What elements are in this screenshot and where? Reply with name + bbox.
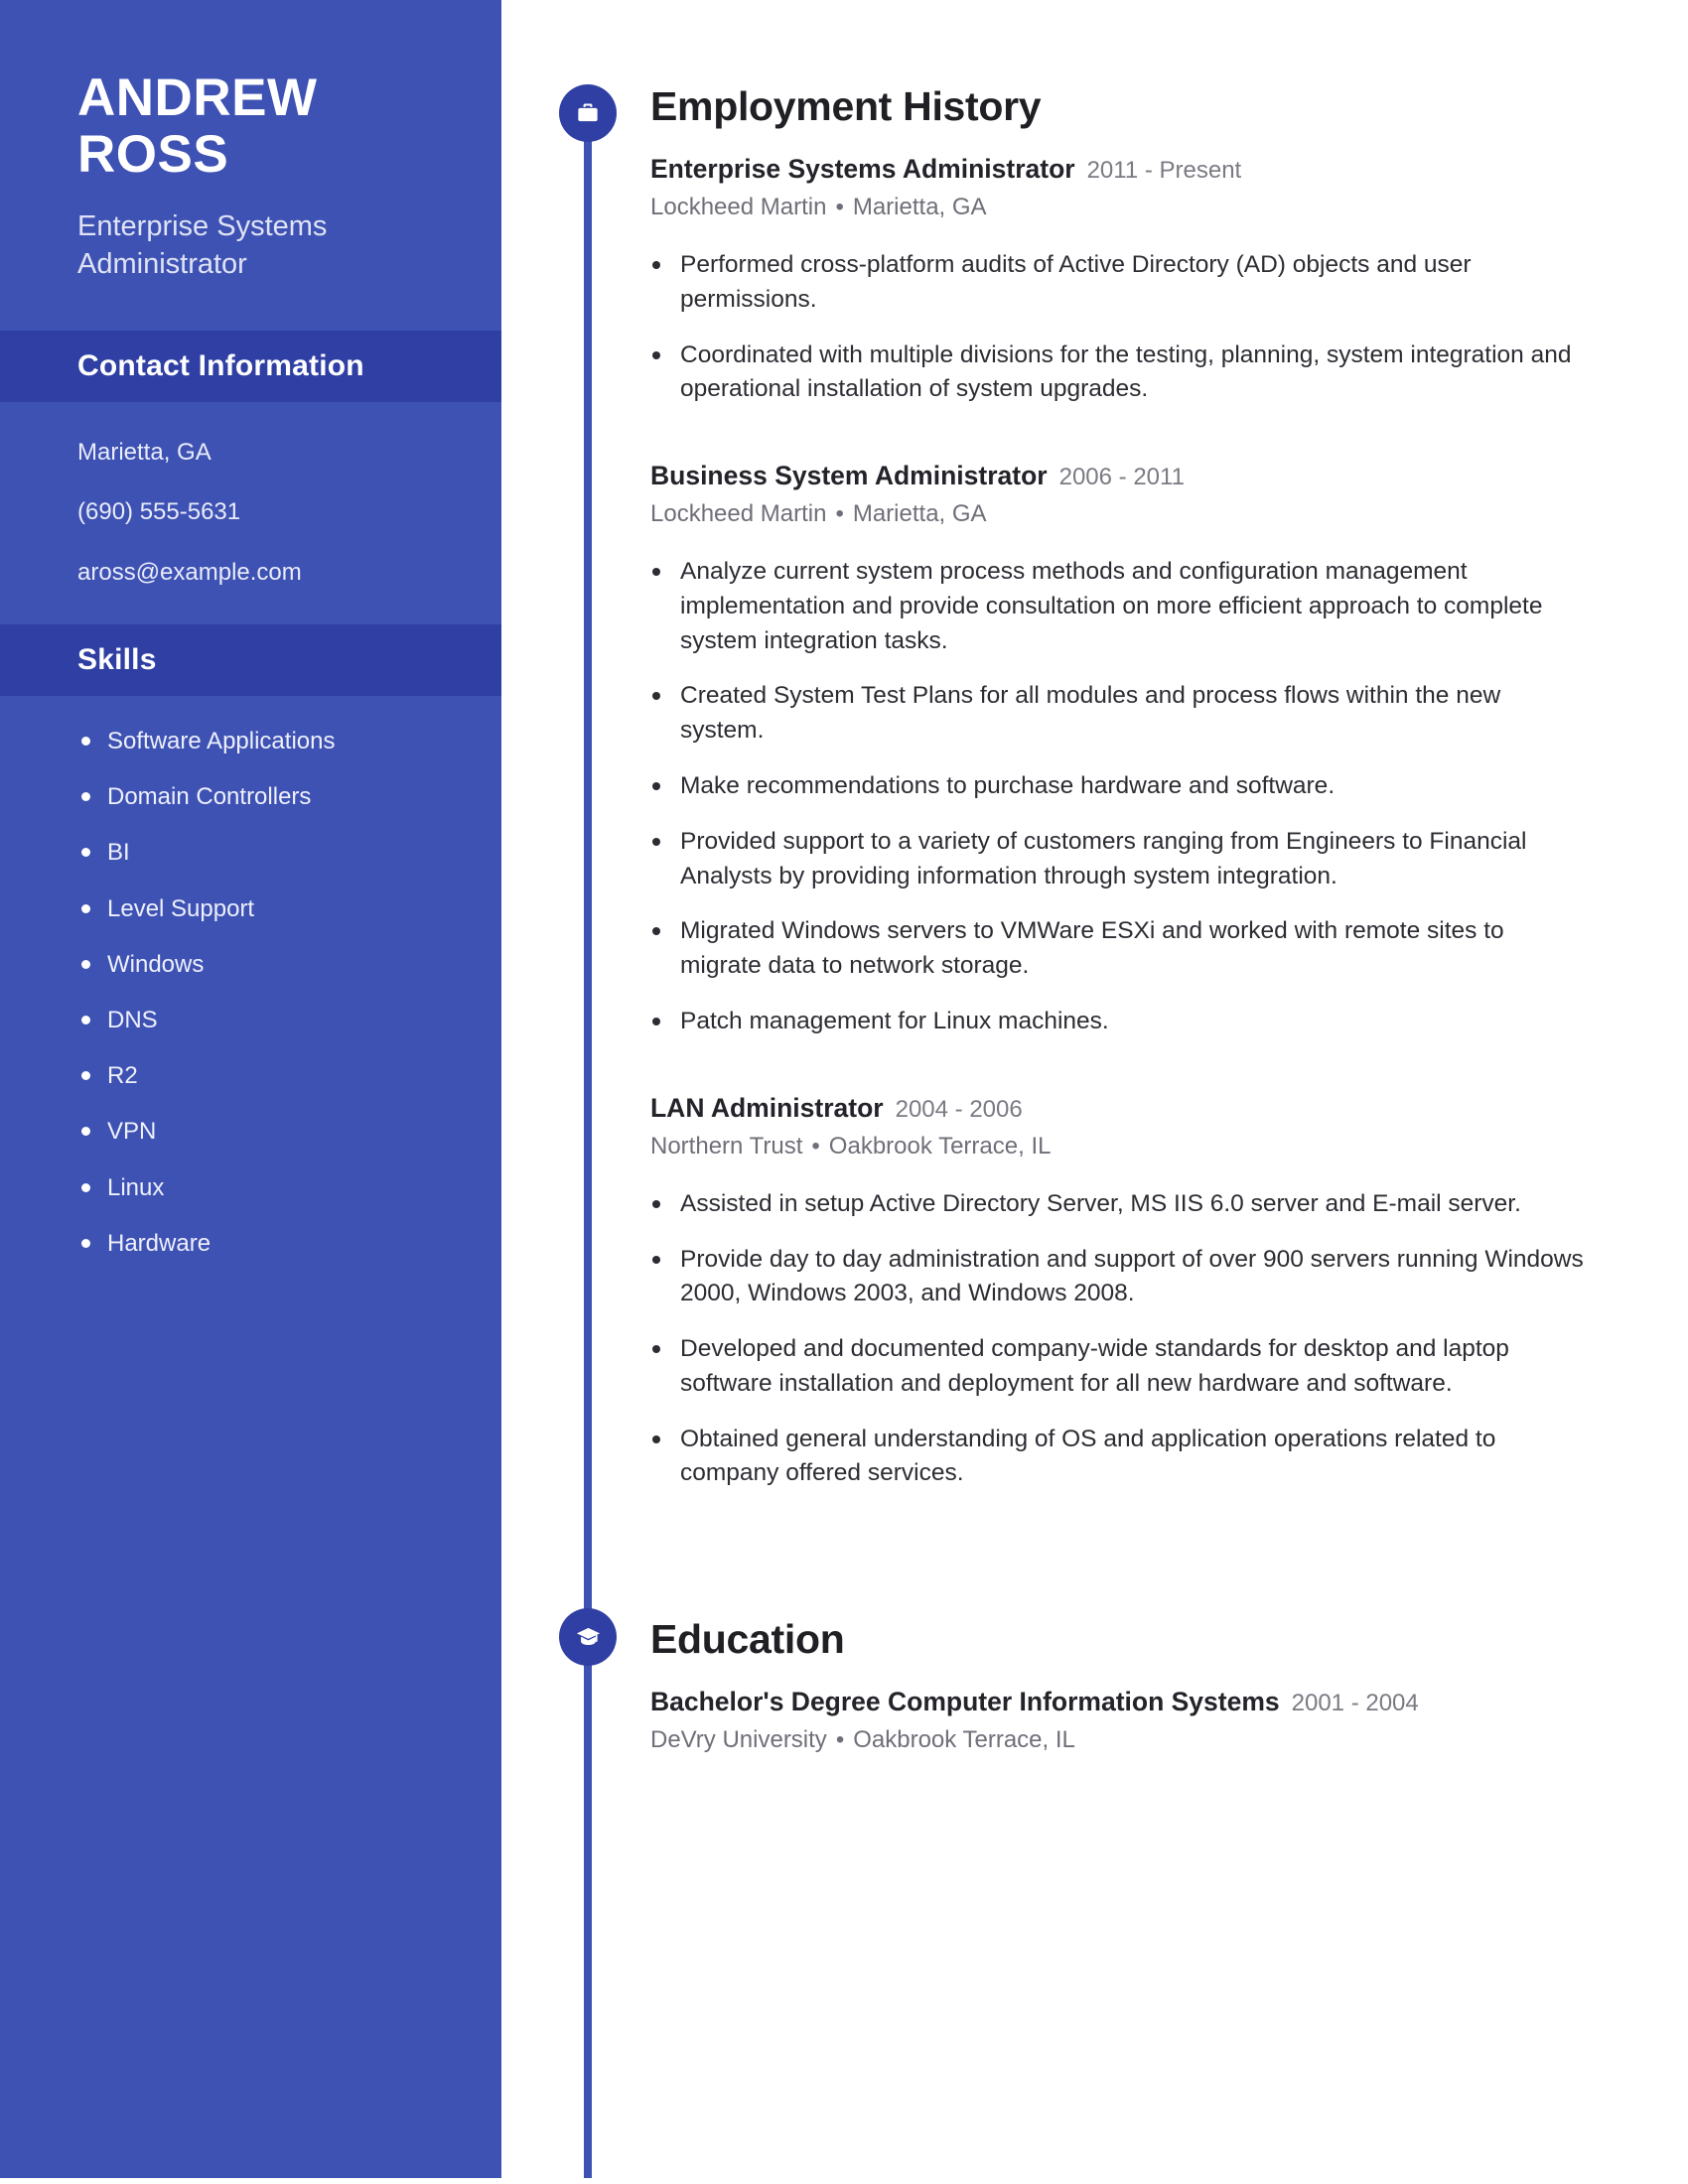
employment-entry: LAN Administrator 2004 - 2006 Northern T… (650, 1093, 1584, 1491)
skill-item: Level Support (77, 893, 457, 924)
employment-entry-subtitle: Lockheed Martin • Marietta, GA (650, 194, 1584, 221)
bullet-item: Patch management for Linux machines. (650, 1005, 1584, 1039)
bullet-item: Developed and documented company-wide st… (650, 1332, 1584, 1402)
skill-item: BI (77, 837, 457, 868)
bullet-item: Obtained general understanding of OS and… (650, 1423, 1584, 1492)
separator-dot: • (811, 1132, 820, 1160)
candidate-last-name: ROSS (77, 125, 229, 185)
employment-entry-location: Marietta, GA (852, 194, 987, 220)
sidebar: ANDREW ROSS Enterprise Systems Administr… (0, 0, 501, 2178)
separator-dot: • (835, 1726, 845, 1754)
employment-entry-header: Business System Administrator 2006 - 201… (650, 461, 1584, 491)
employment-entry-title: Enterprise Systems Administrator (650, 154, 1075, 184)
contact-information-band: Contact Information (0, 330, 501, 402)
education-entry-location: Oakbrook Terrace, IL (853, 1726, 1075, 1754)
candidate-name: ANDREW ROSS (77, 68, 442, 185)
employment-entry-company: Northern Trust (650, 1132, 803, 1160)
employment-entry-company: Lockheed Martin (650, 500, 827, 528)
employment-entry-title: Business System Administrator (650, 461, 1048, 491)
bullet-item: Make recommendations to purchase hardwar… (650, 769, 1584, 804)
timeline-node-education (559, 1608, 617, 1666)
employment-entry-title: LAN Administrator (650, 1092, 884, 1123)
employment-entry-header: LAN Administrator 2004 - 2006 (650, 1093, 1584, 1124)
employment-entry-bullets: Performed cross-platform audits of Activ… (650, 248, 1584, 407)
contact-information-body: Marietta, GA (690) 555-5631 aross@exampl… (0, 402, 501, 624)
bullet-item: Created System Test Plans for all module… (650, 679, 1584, 749)
employment-entry-dates: 2011 - Present (1086, 157, 1242, 184)
skill-item: Linux (77, 1172, 457, 1203)
education-heading: Education (650, 1616, 845, 1663)
contact-location: Marietta, GA (77, 438, 211, 466)
skills-list: Software Applications Domain Controllers… (0, 696, 501, 1323)
resume-page: ANDREW ROSS Enterprise Systems Administr… (0, 0, 1688, 2184)
contact-information-heading: Contact Information (77, 348, 364, 382)
bullet-item: Performed cross-platform audits of Activ… (650, 248, 1584, 318)
education-entry-school: DeVry University (650, 1726, 827, 1754)
employment-entry-dates: 2006 - 2011 (1058, 464, 1185, 491)
employment-entry-subtitle: Lockheed Martin • Marietta, GA (650, 500, 1584, 528)
skill-item: Software Applications (77, 726, 457, 756)
education-entry: Bachelor's Degree Computer Information S… (650, 1687, 1584, 1754)
skill-item: Domain Controllers (77, 781, 457, 812)
skill-item: R2 (77, 1060, 457, 1091)
employment-entry-header: Enterprise Systems Administrator 2011 - … (650, 154, 1584, 185)
sidebar-header: ANDREW ROSS Enterprise Systems Administr… (0, 0, 501, 331)
employment-entry: Enterprise Systems Administrator 2011 - … (650, 154, 1584, 407)
employment-entry-dates: 2004 - 2006 (895, 1095, 1023, 1123)
candidate-first-name: ANDREW (77, 68, 318, 127)
contact-email[interactable]: aross@example.com (77, 556, 447, 591)
employment-entry-subtitle: Northern Trust • Oakbrook Terrace, IL (650, 1133, 1584, 1160)
skills-band: Skills (0, 624, 501, 697)
separator-dot: • (835, 194, 844, 220)
employment-history-heading: Employment History (650, 83, 1042, 129)
skill-item: VPN (77, 1116, 457, 1147)
bullet-item: Provided support to a variety of custome… (650, 825, 1584, 894)
employment-entry-location: Marietta, GA (852, 500, 987, 528)
employment-entry-location: Oakbrook Terrace, IL (828, 1132, 1052, 1160)
education-entry-header: Bachelor's Degree Computer Information S… (650, 1687, 1584, 1717)
employment-entry-bullets: Analyze current system process methods a… (650, 555, 1584, 1039)
education-entry-dates: 2001 - 2004 (1291, 1690, 1419, 1717)
education-entry-title: Bachelor's Degree Computer Information S… (650, 1687, 1280, 1717)
bullet-item: Assisted in setup Active Directory Serve… (650, 1187, 1584, 1222)
graduation-cap-icon (575, 1624, 602, 1651)
skill-item: DNS (77, 1005, 457, 1035)
bullet-item: Analyze current system process methods a… (650, 555, 1584, 658)
employment-entry: Business System Administrator 2006 - 201… (650, 461, 1584, 1039)
candidate-job-title: Enterprise Systems Administrator (77, 210, 328, 280)
contact-phone[interactable]: (690) 555-5631 (77, 495, 447, 530)
bullet-item: Provide day to day administration and su… (650, 1243, 1584, 1312)
bullet-item: Migrated Windows servers to VMWare ESXi … (650, 914, 1584, 984)
separator-dot: • (835, 500, 844, 528)
education-entry-subtitle: DeVry University • Oakbrook Terrace, IL (650, 1726, 1584, 1754)
employment-entry-company: Lockheed Martin (650, 194, 827, 220)
skills-heading: Skills (77, 643, 157, 677)
timeline-node-employment (559, 84, 617, 142)
employment-entry-bullets: Assisted in setup Active Directory Serve… (650, 1187, 1584, 1491)
main-content: Employment History Enterprise Systems Ad… (650, 0, 1584, 1754)
skill-item: Hardware (77, 1228, 457, 1259)
briefcase-icon (575, 100, 601, 126)
bullet-item: Coordinated with multiple divisions for … (650, 339, 1584, 408)
skill-item: Windows (77, 949, 457, 980)
timeline-line (584, 109, 592, 2178)
